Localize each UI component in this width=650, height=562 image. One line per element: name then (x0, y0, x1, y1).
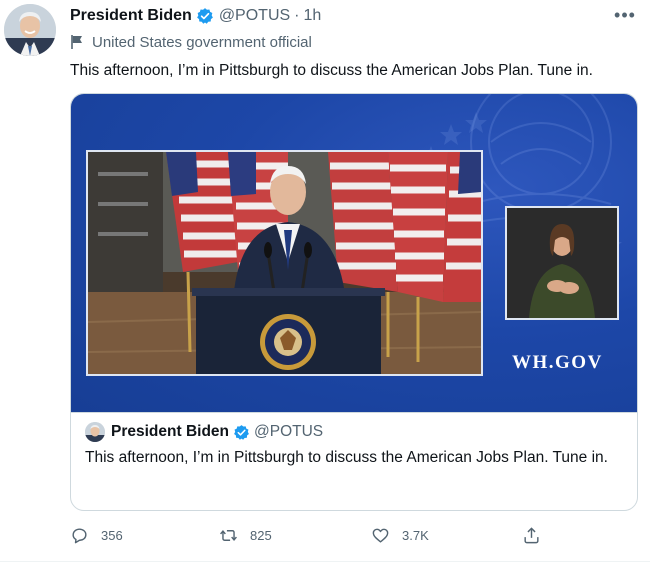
sign-language-interpreter-frame (505, 206, 619, 320)
verified-badge-icon (233, 424, 250, 441)
author-handle[interactable]: @POTUS (219, 7, 290, 25)
tweet-header: President Biden @POTUS · 1h (70, 5, 321, 27)
verified-badge-icon (196, 7, 214, 25)
reply-icon (72, 527, 87, 543)
tweet-action-bar: 356 825 3.7K (70, 522, 560, 548)
retweet-button[interactable]: 825 (219, 522, 272, 548)
like-button[interactable]: 3.7K (371, 522, 429, 548)
tweet-text: This afternoon, I’m in Pittsburgh to dis… (70, 62, 593, 79)
government-official-text: United States government official (92, 33, 312, 51)
like-icon (372, 528, 389, 543)
like-count: 3.7K (402, 527, 429, 543)
quoted-tweet[interactable]: President Biden @POTUS This afternoon, I… (71, 412, 637, 510)
reply-button[interactable]: 356 (70, 522, 123, 548)
share-button[interactable] (522, 522, 553, 548)
quoted-author-name: President Biden (111, 423, 229, 440)
share-icon (524, 526, 539, 543)
quoted-media-card[interactable]: WH.GOV President Biden @POTUS This after… (70, 93, 638, 511)
government-official-label[interactable]: United States government official (70, 32, 312, 52)
author-name[interactable]: President Biden (70, 7, 192, 25)
quoted-tweet-header: President Biden @POTUS (85, 421, 323, 443)
flag-icon (70, 34, 84, 50)
quoted-author-handle: @POTUS (254, 423, 324, 440)
video-thumbnail[interactable]: WH.GOV (71, 94, 637, 412)
retweet-count: 825 (250, 527, 272, 543)
wh-gov-watermark: WH.GOV (512, 352, 603, 373)
separator-dot: · (294, 7, 300, 24)
retweet-icon (220, 529, 237, 541)
quoted-tweet-text: This afternoon, I’m in Pittsburgh to dis… (85, 449, 608, 466)
more-icon[interactable]: ••• (612, 4, 638, 26)
speaker-video-frame (86, 150, 483, 376)
tweet-article[interactable]: President Biden @POTUS · 1h ••• United S… (0, 0, 650, 562)
author-avatar[interactable] (4, 4, 56, 56)
quoted-author-avatar (85, 422, 105, 442)
tweet-timestamp[interactable]: 1h (304, 7, 322, 25)
reply-count: 356 (101, 527, 123, 543)
